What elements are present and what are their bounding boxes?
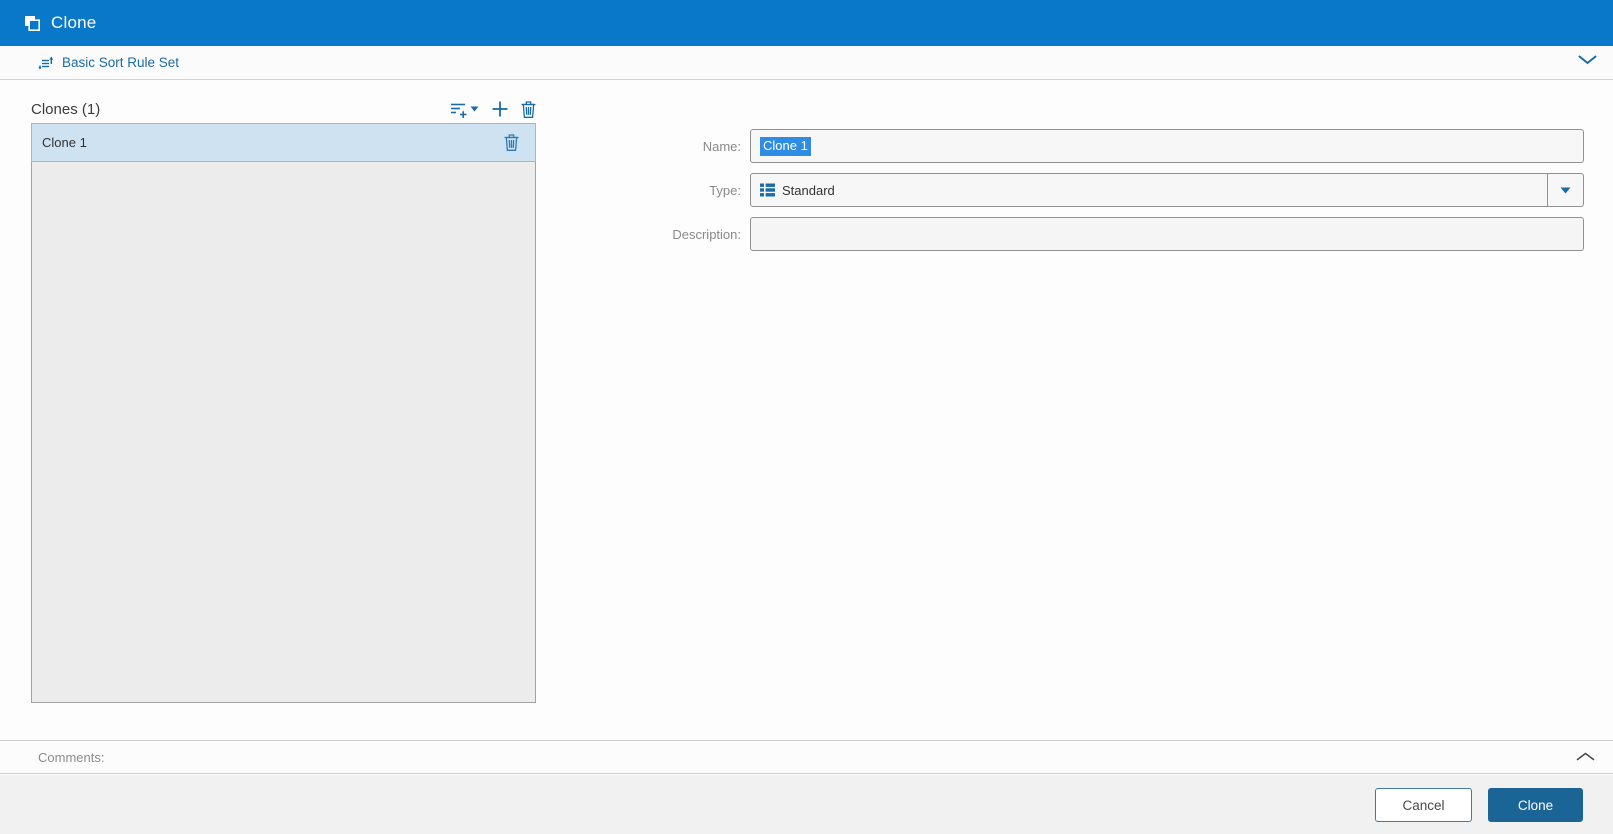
type-label: Type: bbox=[709, 182, 741, 198]
sort-rule-set-icon bbox=[38, 55, 54, 70]
clone-dialog: { "titlebar": { "title": "Clone" }, "bre… bbox=[0, 0, 1613, 834]
name-input[interactable]: Clone 1 bbox=[750, 129, 1584, 163]
type-dropdown[interactable]: Standard bbox=[750, 173, 1584, 207]
type-form-row: Type: Standard bbox=[560, 173, 1584, 207]
dialog-title: Clone bbox=[51, 13, 97, 32]
clones-list-header: Clones (1) bbox=[31, 97, 536, 121]
description-label: Description: bbox=[672, 226, 741, 242]
context-bar: Basic Sort Rule Set bbox=[0, 46, 1613, 80]
clones-list: Clone 1 bbox=[31, 123, 536, 703]
clone-button[interactable]: Clone bbox=[1488, 788, 1583, 822]
name-form-row: Name: Clone 1 bbox=[560, 129, 1584, 163]
dialog-titlebar: Clone bbox=[0, 0, 1613, 46]
name-input-selected-text: Clone 1 bbox=[760, 136, 811, 156]
clone-icon bbox=[23, 14, 41, 32]
comments-label: Comments: bbox=[38, 749, 105, 765]
rule-set-breadcrumb[interactable]: Basic Sort Rule Set bbox=[62, 55, 179, 70]
dialog-footer: Cancel Clone bbox=[0, 775, 1613, 834]
delete-clone-item-button[interactable] bbox=[504, 134, 519, 151]
cancel-button[interactable]: Cancel bbox=[1375, 788, 1472, 822]
clones-count-title: Clones (1) bbox=[31, 100, 101, 118]
comments-section-bar: Comments: bbox=[0, 740, 1613, 774]
description-form-row: Description: bbox=[560, 217, 1584, 251]
caret-down-icon bbox=[470, 106, 479, 112]
clones-list-toolbar bbox=[450, 100, 536, 118]
sort-options-button[interactable] bbox=[450, 101, 479, 118]
type-dropdown-value-area: Standard bbox=[751, 174, 1547, 206]
dropdown-caret-icon bbox=[1560, 187, 1571, 193]
delete-clones-button[interactable] bbox=[521, 100, 536, 118]
sort-add-icon bbox=[450, 101, 467, 118]
name-label: Name: bbox=[702, 138, 741, 154]
comments-collapse-chevron-up-icon[interactable] bbox=[1576, 752, 1595, 761]
type-dropdown-button[interactable] bbox=[1547, 174, 1583, 206]
type-dropdown-value: Standard bbox=[782, 182, 835, 198]
collapse-header-chevron-down-icon[interactable] bbox=[1578, 55, 1597, 65]
type-list-icon bbox=[760, 183, 775, 197]
add-clone-button[interactable] bbox=[492, 101, 508, 117]
clone-item-label: Clone 1 bbox=[42, 135, 87, 150]
clone-list-item[interactable]: Clone 1 bbox=[31, 123, 536, 162]
description-input[interactable] bbox=[750, 217, 1584, 251]
